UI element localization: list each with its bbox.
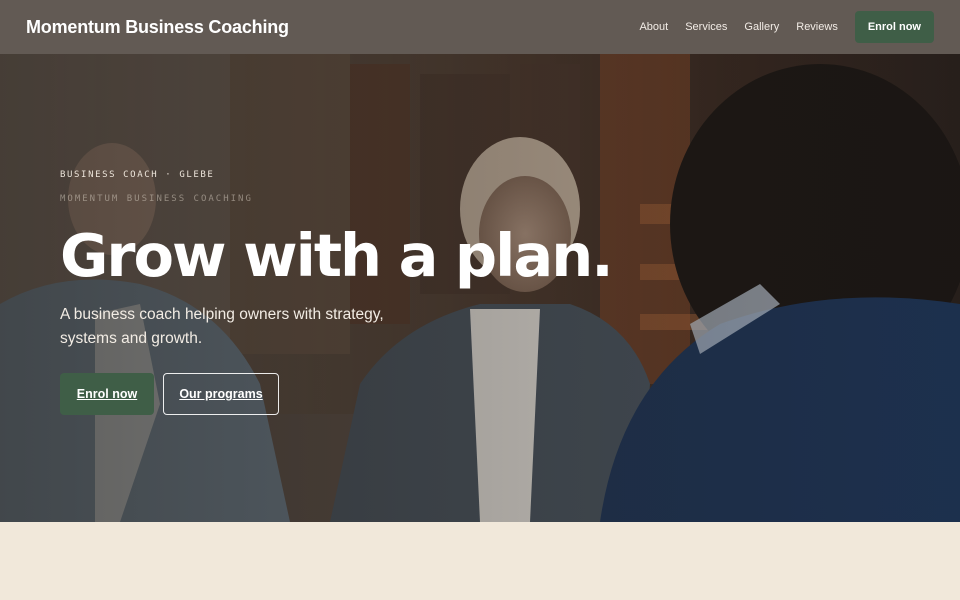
site-header: Momentum Business Coaching About Service…	[0, 0, 960, 54]
nav-about-link[interactable]: About	[639, 21, 668, 33]
hero-subheadline: A business coach helping owners with str…	[60, 306, 384, 347]
hero-section: BUSINESS COACH · GLEBE MOMENTUM BUSINESS…	[0, 54, 960, 522]
header-enrol-button[interactable]: Enrol now	[854, 11, 934, 43]
nav-reviews-link[interactable]: Reviews	[796, 21, 838, 33]
hero-eyebrow: BUSINESS COACH · GLEBE	[60, 170, 215, 180]
hero-eyebrow-secondary: MOMENTUM BUSINESS COACHING	[60, 194, 253, 204]
nav-gallery-link[interactable]: Gallery	[744, 21, 779, 33]
hero-headline: Grow with a plan.	[60, 221, 614, 290]
brand-logo[interactable]: Momentum Business Coaching	[26, 17, 289, 38]
hero-cta-row: Enrol now Our programs	[60, 373, 620, 415]
nav-services-link[interactable]: Services	[685, 21, 727, 33]
hero-programs-button[interactable]: Our programs	[163, 373, 279, 415]
main-nav: About Services Gallery Reviews Enrol now	[622, 11, 934, 43]
hero-enrol-button[interactable]: Enrol now	[60, 373, 154, 415]
next-section	[0, 522, 960, 600]
hero-content: BUSINESS COACH · GLEBE MOMENTUM BUSINESS…	[60, 170, 620, 415]
